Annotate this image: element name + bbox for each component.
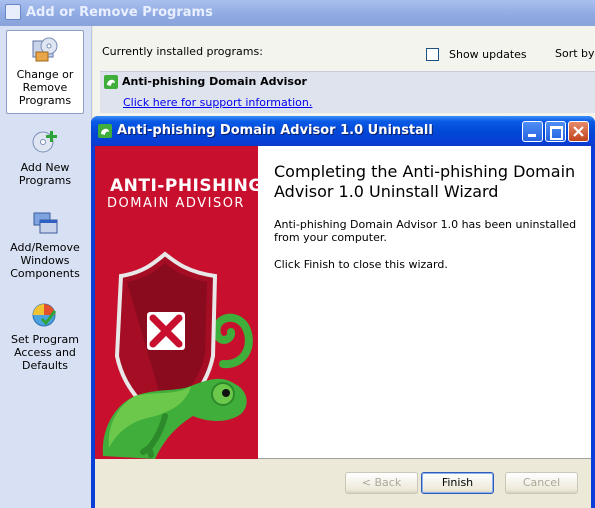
program-list-item[interactable]: Anti-phishing Domain Advisor Click here …: [100, 71, 595, 113]
sort-by-label: Sort by:: [555, 47, 595, 60]
show-updates-checkbox[interactable]: [426, 48, 439, 61]
chameleon-app-icon: [104, 75, 118, 89]
wizard-content: Completing the Anti-phishing Domain Advi…: [258, 146, 591, 459]
maximize-button[interactable]: [545, 121, 566, 142]
support-info-link[interactable]: Click here for support information.: [123, 96, 312, 109]
control-panel-icon: [5, 4, 21, 20]
chameleon-app-icon: [98, 124, 112, 138]
sidebar-item-program-access[interactable]: Set Program Access and Defaults: [6, 296, 84, 372]
sidebar: Change or Remove Programs Add New Progra…: [0, 26, 92, 508]
finish-button[interactable]: Finish: [421, 472, 494, 494]
back-window-titlebar[interactable]: Add or Remove Programs: [0, 0, 595, 26]
sidebar-item-label: Set Program Access and Defaults: [11, 333, 79, 372]
wizard-titlebar[interactable]: Anti-phishing Domain Advisor 1.0 Uninsta…: [91, 116, 595, 146]
program-access-icon: [32, 303, 57, 327]
installed-programs-label: Currently installed programs:: [102, 45, 263, 58]
wizard-finish-note: Click Finish to close this wizard.: [274, 258, 448, 271]
close-icon: [573, 126, 584, 137]
wizard-title: Anti-phishing Domain Advisor 1.0 Uninsta…: [117, 123, 433, 138]
add-new-programs-icon: [32, 131, 57, 153]
uninstall-wizard-window: Anti-phishing Domain Advisor 1.0 Uninsta…: [91, 116, 595, 508]
back-button[interactable]: < Back: [345, 472, 418, 494]
wizard-body: ANTI-PHISHING DOMAIN ADVISOR Completing …: [95, 146, 591, 508]
shield-chameleon-logo: [102, 251, 253, 459]
back-window-title: Add or Remove Programs: [26, 5, 213, 20]
sidebar-item-change-remove[interactable]: Change or Remove Programs: [6, 30, 84, 114]
change-remove-programs-icon: [32, 37, 58, 62]
windows-components-icon: [33, 212, 58, 234]
sidebar-item-add-new[interactable]: Add New Programs: [6, 124, 84, 188]
show-updates-label[interactable]: Show updates: [449, 48, 527, 61]
wizard-description: Anti-phishing Domain Advisor 1.0 has bee…: [274, 218, 577, 244]
sidebar-item-label: Change or Remove Programs: [16, 68, 74, 107]
banner-title-line1: ANTI-PHISHING: [110, 176, 258, 196]
wizard-heading: Completing the Anti-phishing Domain Advi…: [274, 162, 576, 201]
banner-title-line2: DOMAIN ADVISOR: [107, 196, 245, 211]
program-name: Anti-phishing Domain Advisor: [122, 75, 307, 88]
close-button[interactable]: [568, 121, 589, 142]
sidebar-item-label: Add New Programs: [18, 161, 72, 187]
sidebar-item-label: Add/Remove Windows Components: [10, 241, 80, 280]
sidebar-item-windows-components[interactable]: Add/Remove Windows Components: [6, 204, 84, 280]
cancel-button[interactable]: Cancel: [505, 472, 578, 494]
wizard-banner: ANTI-PHISHING DOMAIN ADVISOR: [95, 146, 258, 459]
minimize-button[interactable]: [522, 121, 543, 142]
